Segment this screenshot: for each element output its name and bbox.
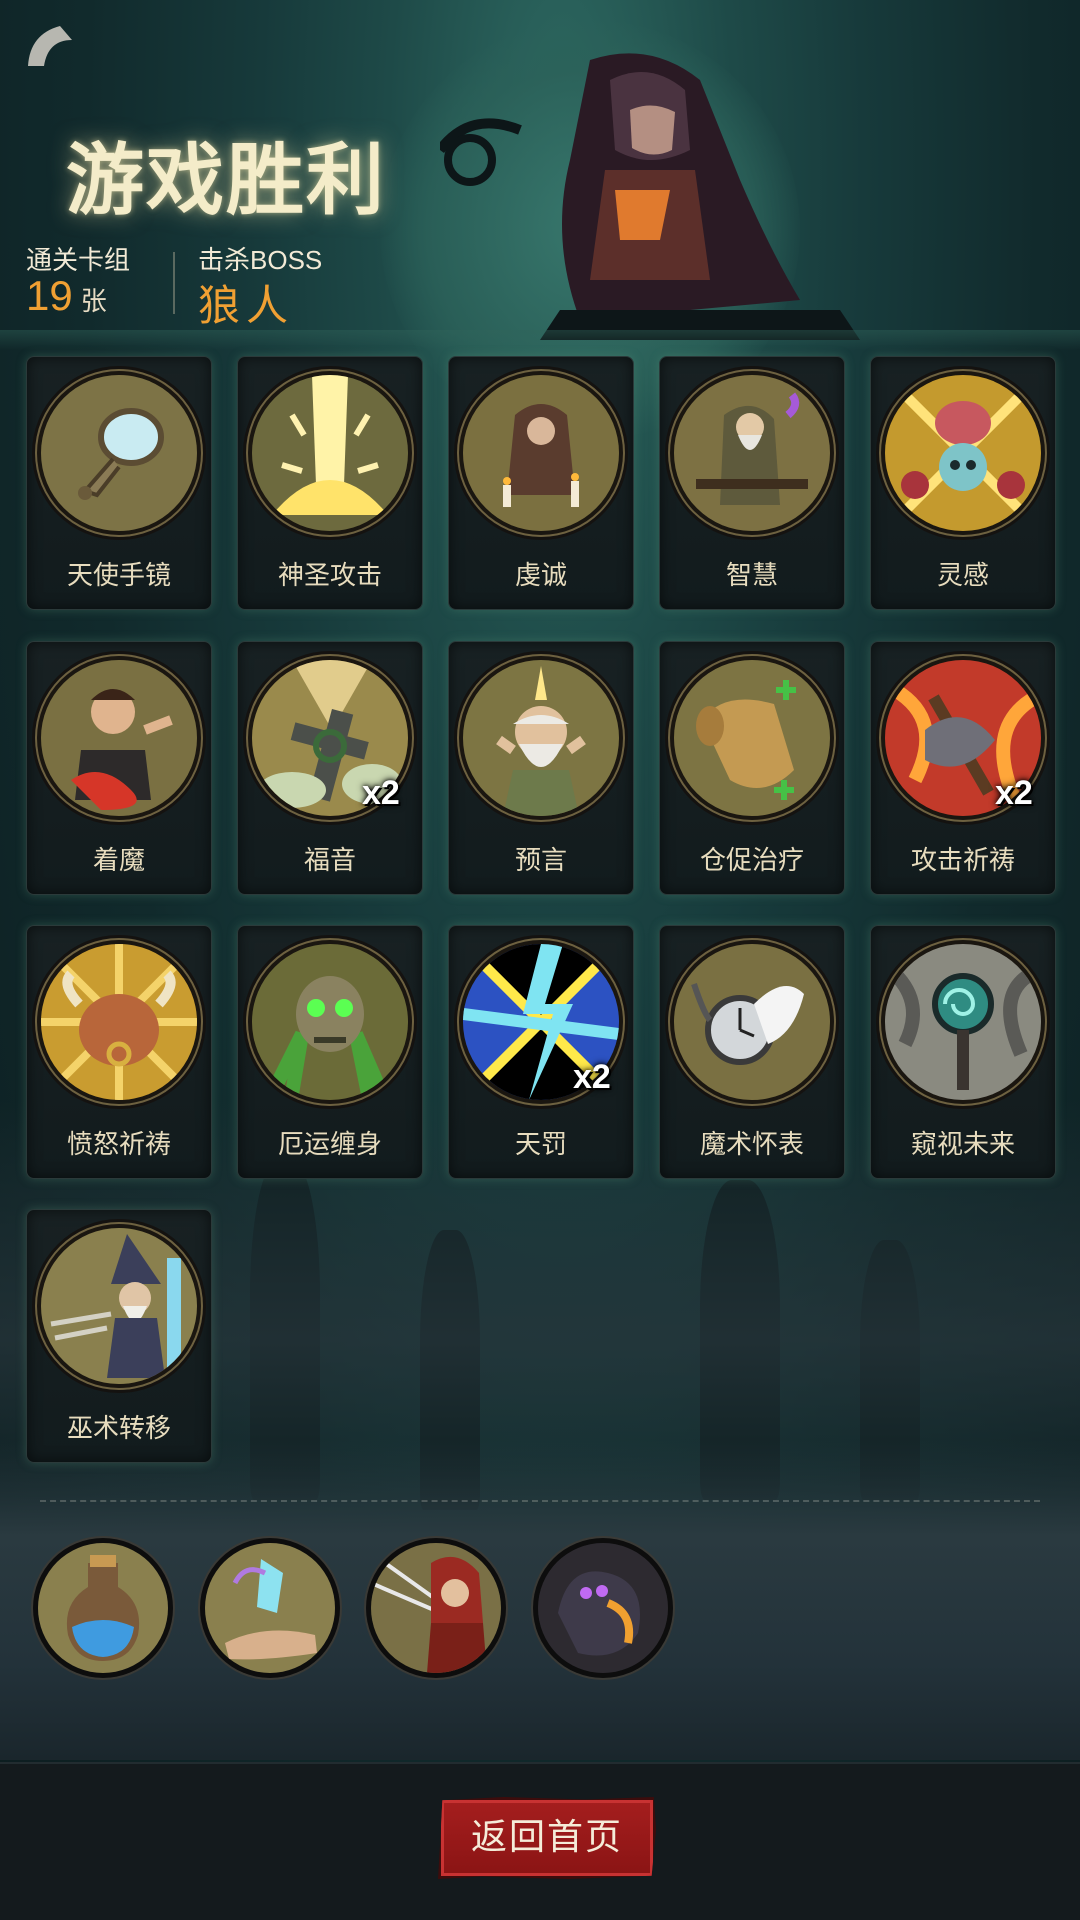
card-possessed-man[interactable]: 着魔 bbox=[26, 641, 212, 895]
card-name: 天罚 bbox=[514, 1129, 567, 1159]
hooded-hero-illustration bbox=[436, 40, 860, 340]
return-home-button[interactable]: 返回首页 bbox=[438, 1797, 656, 1879]
pocket-watch-icon bbox=[674, 944, 830, 1100]
red-hood-icon[interactable] bbox=[371, 1543, 501, 1673]
holy-light-icon bbox=[252, 375, 408, 531]
potion-bottle-icon[interactable] bbox=[38, 1543, 168, 1673]
stat-divider bbox=[173, 252, 175, 314]
card-name: 福音 bbox=[303, 845, 356, 875]
card-count-badge: x2 bbox=[362, 774, 400, 812]
card-pocket-watch[interactable]: 魔术怀表 bbox=[659, 925, 845, 1179]
card-brain-skull[interactable]: 灵感 bbox=[870, 356, 1056, 610]
card-lightning[interactable]: 天罚 x2 bbox=[448, 925, 634, 1179]
card-sage[interactable]: 智慧 bbox=[659, 356, 845, 610]
card-name: 神圣攻击 bbox=[277, 560, 382, 590]
deck-count-value: 19 bbox=[26, 272, 73, 319]
wizard-icon bbox=[41, 1228, 197, 1384]
mirror-icon bbox=[41, 375, 197, 531]
brain-skull-icon bbox=[885, 375, 1041, 531]
card-minotaur[interactable]: 愤怒祈祷 bbox=[26, 925, 212, 1179]
back-arrow-icon[interactable] bbox=[18, 18, 74, 74]
card-name: 虔诚 bbox=[514, 560, 567, 590]
card-scroll[interactable]: 仓促治疗 bbox=[659, 641, 845, 895]
card-prophet[interactable]: 预言 bbox=[448, 641, 634, 895]
card-name: 窥视未来 bbox=[910, 1129, 1015, 1159]
card-name: 智慧 bbox=[725, 560, 778, 590]
card-name: 着魔 bbox=[92, 845, 145, 875]
card-wizard[interactable]: 巫术转移 bbox=[26, 1209, 212, 1463]
victory-screen: 游戏胜利 通关卡组 19 张 击杀BOSS 狼人 天使手镜 神圣攻击 虔诚 智慧 灵感 着魔… bbox=[0, 0, 1080, 1920]
card-name: 攻击祈祷 bbox=[910, 845, 1015, 875]
card-grave-cross[interactable]: 福音 x2 bbox=[237, 641, 423, 895]
shadow-beast-icon[interactable] bbox=[538, 1543, 668, 1673]
card-holy-light[interactable]: 神圣攻击 bbox=[237, 356, 423, 610]
card-flaming-axe[interactable]: 攻击祈祷 x2 bbox=[870, 641, 1056, 895]
card-praying-monk[interactable]: 虔诚 bbox=[448, 356, 634, 610]
prophet-icon bbox=[463, 660, 619, 816]
boss-name: 狼人 bbox=[198, 282, 295, 329]
card-mirror[interactable]: 天使手镜 bbox=[26, 356, 212, 610]
praying-monk-icon bbox=[463, 375, 619, 531]
card-name: 魔术怀表 bbox=[699, 1129, 804, 1159]
deck-count: 19 张 bbox=[26, 272, 107, 320]
card-name: 厄运缠身 bbox=[277, 1129, 382, 1159]
card-name: 灵感 bbox=[936, 560, 989, 590]
scroll-icon bbox=[674, 660, 830, 816]
minotaur-icon bbox=[41, 944, 197, 1100]
card-name: 巫术转移 bbox=[66, 1413, 171, 1443]
card-count-badge: x2 bbox=[995, 774, 1033, 812]
card-spiral-staff[interactable]: 窥视未来 bbox=[870, 925, 1056, 1179]
deck-count-unit: 张 bbox=[80, 286, 107, 316]
sage-icon bbox=[674, 375, 830, 531]
card-name: 预言 bbox=[514, 845, 567, 875]
spiral-staff-icon bbox=[885, 944, 1041, 1100]
card-name: 天使手镜 bbox=[66, 560, 171, 590]
page-title: 游戏胜利 bbox=[66, 135, 387, 226]
possessed-man-icon bbox=[41, 660, 197, 816]
header-separator bbox=[0, 330, 1080, 350]
section-divider bbox=[40, 1500, 1040, 1502]
card-name: 仓促治疗 bbox=[699, 845, 804, 875]
crystal-hand-icon[interactable] bbox=[205, 1543, 335, 1673]
card-name: 愤怒祈祷 bbox=[66, 1129, 171, 1159]
green-skull-icon bbox=[252, 944, 408, 1100]
card-green-skull[interactable]: 厄运缠身 bbox=[237, 925, 423, 1179]
card-count-badge: x2 bbox=[573, 1058, 611, 1096]
